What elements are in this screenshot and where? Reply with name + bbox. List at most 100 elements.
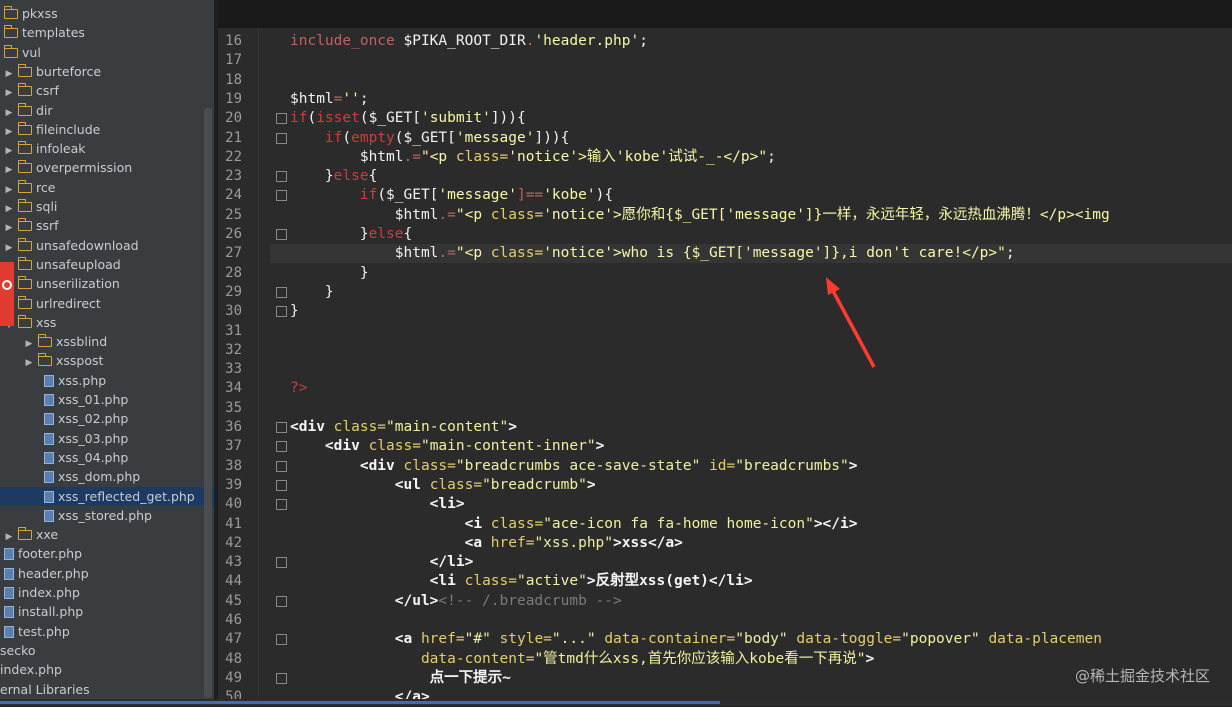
tree-item-fileinclude[interactable]: ▶ fileinclude [0, 120, 208, 139]
tree-item-index-php[interactable]: index.php [0, 583, 208, 602]
tree-item-install-php[interactable]: install.php [0, 602, 208, 621]
tree-item-header-php[interactable]: header.php [0, 564, 208, 583]
code-token: data-container= [604, 631, 736, 648]
fold-marker-icon[interactable] [276, 595, 287, 607]
line-number: 31 [225, 322, 242, 339]
tree-item-xss-dom-php[interactable]: xss_dom.php [0, 467, 214, 486]
code-line[interactable]: if(empty($_GET['message'])){ [290, 129, 569, 148]
fold-marker-icon[interactable] [276, 479, 287, 491]
tree-item-xss-php[interactable]: xss.php [0, 371, 214, 390]
tree-item-footer-php[interactable]: footer.php [0, 544, 208, 563]
code-line[interactable]: <ul class="breadcrumb"> [290, 476, 596, 495]
tree-item-urlredirect[interactable]: ▶urlredirect [0, 294, 208, 313]
bottom-status-bar [0, 699, 1232, 706]
tree-item-overpermission[interactable]: ▶ overpermission [0, 158, 208, 177]
code-line[interactable]: include_once $PIKA_ROOT_DIR.'header.php'… [290, 32, 648, 51]
code-line[interactable]: if($_GET['message']=='kobe'){ [290, 186, 613, 205]
code-line[interactable]: </ul><!-- /.breadcrumb --> [290, 592, 622, 611]
tree-item-xss-03-php[interactable]: xss_03.php [0, 429, 214, 448]
tree-item-rce[interactable]: ▶ rce [0, 178, 208, 197]
tree-item-xsspost[interactable]: ▶ xsspost [0, 351, 214, 370]
code-line[interactable]: <li> [290, 495, 465, 514]
fold-marker-icon[interactable] [276, 499, 287, 511]
tree-item-secko[interactable]: secko [0, 641, 204, 660]
tree-item-label: unsafedownload [36, 237, 139, 253]
php-file-icon [4, 606, 14, 619]
editor-tab-strip [218, 0, 1232, 28]
fold-marker-icon[interactable] [276, 171, 287, 183]
tree-item-ssrf[interactable]: ▶ ssrf [0, 216, 208, 235]
code-line[interactable]: if(isset($_GET['submit'])){ [290, 109, 526, 128]
code-line[interactable]: </li> [290, 553, 474, 572]
fold-marker-icon[interactable] [276, 634, 287, 646]
code-line[interactable]: <div class="breadcrumbs ace-save-state" … [290, 457, 858, 476]
tree-item-dir[interactable]: ▶ dir [0, 101, 208, 120]
sidebar-scrollbar[interactable] [204, 108, 212, 698]
line-number: 33 [225, 361, 242, 378]
fold-marker-icon[interactable] [276, 441, 287, 453]
tree-item-xss[interactable]: ▼xss [0, 313, 208, 332]
tree-item-unserilization[interactable]: ▶unserilization [0, 274, 208, 293]
code-line[interactable]: } [290, 264, 369, 283]
code-token: .= [403, 148, 421, 165]
code-line[interactable]: } [290, 283, 334, 302]
fold-marker-icon[interactable] [276, 286, 287, 298]
tree-item-sqli[interactable]: ▶ sqli [0, 197, 208, 216]
tree-item-xss-stored-php[interactable]: xss_stored.php [0, 506, 214, 525]
line-number: 47 [225, 631, 242, 648]
line-number: 19 [225, 90, 242, 107]
php-file-icon [44, 432, 54, 445]
code-line[interactable]: }else{ [290, 225, 412, 244]
fold-marker-icon[interactable] [276, 422, 287, 433]
code-line[interactable]: $html=''; [290, 90, 369, 109]
fold-marker-icon[interactable] [276, 113, 287, 125]
tree-item-xxe[interactable]: ▶ xxe [0, 525, 208, 544]
folder-icon [17, 63, 32, 77]
tree-item-label: unserilization [36, 276, 120, 292]
tree-item-infoleak[interactable]: ▶ infoleak [0, 139, 208, 158]
fold-marker-icon[interactable] [276, 557, 287, 569]
code-line[interactable]: <i class="ace-icon fa fa-home home-icon"… [290, 515, 858, 534]
code-line[interactable]: <a href="xss.php">xss</a> [290, 534, 683, 553]
code-token: 'header.php' [534, 33, 640, 49]
record-badge [0, 262, 14, 326]
tree-item-index-php[interactable]: index.php [0, 660, 204, 679]
tree-item-unsafedownload[interactable]: ▶ unsafedownload [0, 236, 208, 255]
tree-item-pkxss[interactable]: pkxss [0, 4, 208, 23]
tree-item-xss-04-php[interactable]: xss_04.php [0, 448, 214, 467]
code-line[interactable]: $html.="<p class='notice'>who is {$_GET[… [290, 244, 1015, 263]
code-token: > [586, 476, 596, 493]
fold-marker-icon[interactable] [276, 229, 287, 240]
tree-item-label: urlredirect [36, 295, 101, 311]
code-line[interactable]: <a href="#" style="..." data-container="… [290, 630, 1102, 649]
code-line[interactable]: <div class="main-content"> [290, 418, 517, 437]
code-line[interactable]: ?> [290, 379, 307, 398]
fold-marker-icon[interactable] [276, 132, 287, 144]
code-line[interactable]: }else{ [290, 167, 377, 186]
fold-marker-icon[interactable] [276, 190, 287, 202]
tree-item-templates[interactable]: templates [0, 23, 208, 42]
tree-item-unsafeupload[interactable]: ▶unsafeupload [0, 255, 208, 274]
code-line[interactable]: data-content="管tmd什么xss,首先你应该输入kobe看一下再说… [290, 650, 874, 669]
code-line[interactable]: 点一下提示~ [290, 669, 511, 688]
tree-item-xssblind[interactable]: ▶ xssblind [0, 332, 214, 351]
tree-item-ernal-libraries[interactable]: ernal Libraries [0, 680, 204, 699]
fold-marker-icon[interactable] [276, 672, 287, 684]
fold-marker-icon[interactable] [276, 460, 287, 472]
tree-item-label: secko [0, 642, 36, 658]
code-line[interactable]: } [290, 302, 299, 321]
line-number: 24 [225, 187, 242, 204]
tree-item-csrf[interactable]: ▶ csrf [0, 81, 208, 100]
code-line[interactable]: <div class="main-content-inner"> [290, 437, 604, 456]
tree-item-xss-02-php[interactable]: xss_02.php [0, 409, 214, 428]
tree-item-burteforce[interactable]: ▶ burteforce [0, 62, 208, 81]
tree-item-xss-01-php[interactable]: xss_01.php [0, 390, 214, 409]
code-line[interactable]: $html.="<p class='notice'>愿你和{$_GET['mes… [290, 206, 1110, 225]
tree-item-test-php[interactable]: test.php [0, 622, 208, 641]
tree-item-vul[interactable]: vul [0, 43, 208, 62]
fold-marker-icon[interactable] [276, 306, 287, 318]
tree-item-label: templates [22, 25, 85, 41]
code-line[interactable]: <li class="active">反射型xss(get)</li> [290, 572, 753, 591]
code-line[interactable]: $html.="<p class='notice'>输入'kobe'试试-_-<… [290, 148, 776, 167]
tree-item-xss-reflected-get-php[interactable]: xss_reflected_get.php [0, 486, 214, 506]
